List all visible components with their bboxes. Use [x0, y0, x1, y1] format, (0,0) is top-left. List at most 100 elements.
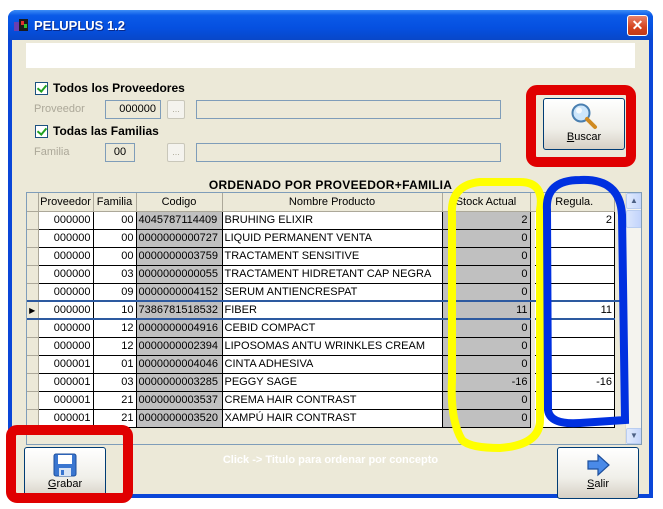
cell-stock[interactable]: 0: [442, 229, 531, 248]
cell-stock[interactable]: 0: [442, 409, 531, 428]
cell-proveedor[interactable]: 000000: [38, 211, 94, 230]
cell-nombre[interactable]: LIPOSOMAS ANTU WRINKLES CREAM: [222, 337, 443, 356]
cell-nombre[interactable]: CINTA ADHESIVA: [222, 355, 443, 374]
cell-nombre[interactable]: TRACTAMENT SENSITIVE: [222, 247, 443, 266]
table-row[interactable]: 000000 03 0000000000055 TRACTAMENT HIDRETAN…: [27, 265, 628, 284]
table-row[interactable]: 000000 00 0000000003759 TRACTAMENT SENSITIV…: [27, 247, 628, 266]
supplier-browse-button[interactable]: ...: [167, 100, 185, 119]
all-families-checkbox-row[interactable]: Todas las Familias: [35, 124, 159, 138]
column-header-codigo[interactable]: Codigo: [136, 193, 223, 212]
cell-codigo[interactable]: 0000000003285: [136, 373, 223, 392]
cell-familia[interactable]: 00: [93, 247, 137, 266]
cell-nombre[interactable]: XAMPÚ HAIR CONTRAST: [222, 409, 443, 428]
scroll-thumb[interactable]: [626, 210, 641, 228]
cell-regula[interactable]: [534, 247, 615, 266]
table-row[interactable]: 000001 21 0000000003520 XAMPÚ HAIR CONTRAST…: [27, 409, 628, 428]
cell-familia[interactable]: 03: [93, 265, 137, 284]
exit-button[interactable]: Salir: [557, 447, 639, 499]
cell-codigo[interactable]: 4045787114409: [136, 211, 223, 230]
column-header-nombre[interactable]: Nombre Producto: [222, 193, 443, 212]
cell-codigo[interactable]: 0000000003520: [136, 409, 223, 428]
cell-codigo[interactable]: 0000000003759: [136, 247, 223, 266]
family-name-field[interactable]: [196, 143, 501, 162]
all-suppliers-checkbox-row[interactable]: Todos los Proveedores: [35, 81, 185, 95]
cell-proveedor[interactable]: 000000: [38, 229, 94, 248]
cell-regula[interactable]: [534, 265, 615, 284]
cell-regula[interactable]: [534, 319, 615, 338]
cell-proveedor[interactable]: 000000: [38, 283, 94, 302]
column-header-familia[interactable]: Familia: [93, 193, 137, 212]
table-row[interactable]: 000000 09 0000000004152 SERUM ANTIENCRESPAT…: [27, 283, 628, 302]
cell-familia[interactable]: 01: [93, 355, 137, 374]
cell-proveedor[interactable]: 000000: [38, 337, 94, 356]
cell-nombre[interactable]: LIQUID PERMANENT VENTA: [222, 229, 443, 248]
table-row[interactable]: 000001 03 0000000003285 PEGGY SAGE -16 -16: [27, 373, 628, 392]
table-row[interactable]: 000000 00 0000000000727 LIQUID PERMANENT VE…: [27, 229, 628, 248]
search-button[interactable]: Buscar: [543, 98, 625, 150]
cell-stock[interactable]: 0: [442, 319, 531, 338]
cell-proveedor[interactable]: 000001: [38, 373, 94, 392]
table-row[interactable]: ▶ 000000 10 7386781518532 FIBER 11 11: [27, 300, 628, 320]
table-row[interactable]: 000001 01 0000000004046 CINTA ADHESIVA 0: [27, 355, 628, 374]
cell-stock[interactable]: 2: [442, 211, 531, 230]
cell-nombre[interactable]: CREMA HAIR CONTRAST: [222, 391, 443, 410]
cell-familia[interactable]: 00: [93, 229, 137, 248]
table-row[interactable]: 000000 12 0000000004916 CEBID COMPACT 0: [27, 319, 628, 338]
cell-codigo[interactable]: 7386781518532: [136, 300, 223, 320]
cell-familia[interactable]: 09: [93, 283, 137, 302]
cell-familia[interactable]: 03: [93, 373, 137, 392]
cell-codigo[interactable]: 0000000000727: [136, 229, 223, 248]
table-row[interactable]: 000000 12 0000000002394 LIPOSOMAS ANTU WRIN…: [27, 337, 628, 356]
cell-stock[interactable]: 0: [442, 391, 531, 410]
column-header-proveedor[interactable]: Proveedor: [38, 193, 94, 212]
cell-stock[interactable]: -16: [442, 373, 531, 392]
close-button[interactable]: ✕: [627, 15, 648, 36]
title-bar[interactable]: PELUPLUS 1.2 ✕: [8, 10, 653, 40]
cell-proveedor[interactable]: 000001: [38, 409, 94, 428]
cell-codigo[interactable]: 0000000002394: [136, 337, 223, 356]
supplier-code-field[interactable]: 000000: [105, 100, 161, 119]
cell-regula[interactable]: [534, 409, 615, 428]
cell-familia[interactable]: 21: [93, 409, 137, 428]
cell-familia[interactable]: 10: [93, 300, 137, 320]
cell-nombre[interactable]: BRUHING ELIXIR: [222, 211, 443, 230]
cell-familia[interactable]: 12: [93, 337, 137, 356]
cell-stock[interactable]: 0: [442, 355, 531, 374]
cell-regula[interactable]: -16: [534, 373, 615, 392]
column-header-regula[interactable]: Regula.: [534, 193, 615, 212]
cell-codigo[interactable]: 0000000003537: [136, 391, 223, 410]
cell-proveedor[interactable]: 000000: [38, 300, 94, 320]
cell-nombre[interactable]: CEBID COMPACT: [222, 319, 443, 338]
cell-regula[interactable]: 11: [534, 300, 615, 320]
cell-nombre[interactable]: PEGGY SAGE: [222, 373, 443, 392]
cell-proveedor[interactable]: 000000: [38, 247, 94, 266]
table-row[interactable]: 000000 00 4045787114409 BRUHING ELIXIR 2 2: [27, 211, 628, 230]
family-code-field[interactable]: 00: [105, 143, 135, 162]
cell-regula[interactable]: [534, 337, 615, 356]
cell-regula[interactable]: 2: [534, 211, 615, 230]
cell-regula[interactable]: [534, 355, 615, 374]
cell-nombre[interactable]: SERUM ANTIENCRESPAT: [222, 283, 443, 302]
cell-stock[interactable]: 0: [442, 247, 531, 266]
cell-stock[interactable]: 0: [442, 283, 531, 302]
product-grid[interactable]: Proveedor Familia Codigo Nombre Producto…: [26, 192, 642, 445]
cell-proveedor[interactable]: 000000: [38, 265, 94, 284]
table-row[interactable]: 000001 21 0000000003537 CREMA HAIR CONTRAST…: [27, 391, 628, 410]
cell-proveedor[interactable]: 000001: [38, 391, 94, 410]
cell-codigo[interactable]: 0000000004046: [136, 355, 223, 374]
cell-familia[interactable]: 00: [93, 211, 137, 230]
cell-codigo[interactable]: 0000000000055: [136, 265, 223, 284]
supplier-name-field[interactable]: [196, 100, 501, 119]
cell-familia[interactable]: 21: [93, 391, 137, 410]
column-header-stock[interactable]: Stock Actual: [442, 193, 531, 212]
cell-proveedor[interactable]: 000001: [38, 355, 94, 374]
all-families-checkbox[interactable]: [35, 124, 48, 138]
cell-nombre[interactable]: FIBER: [222, 300, 443, 320]
cell-regula[interactable]: [534, 229, 615, 248]
cell-nombre[interactable]: TRACTAMENT HIDRETANT CAP NEGRA: [222, 265, 443, 284]
cell-proveedor[interactable]: 000000: [38, 319, 94, 338]
cell-stock[interactable]: 0: [442, 265, 531, 284]
family-browse-button[interactable]: ...: [167, 143, 185, 162]
cell-regula[interactable]: [534, 391, 615, 410]
vertical-scrollbar[interactable]: ▲ ▼: [625, 193, 641, 444]
